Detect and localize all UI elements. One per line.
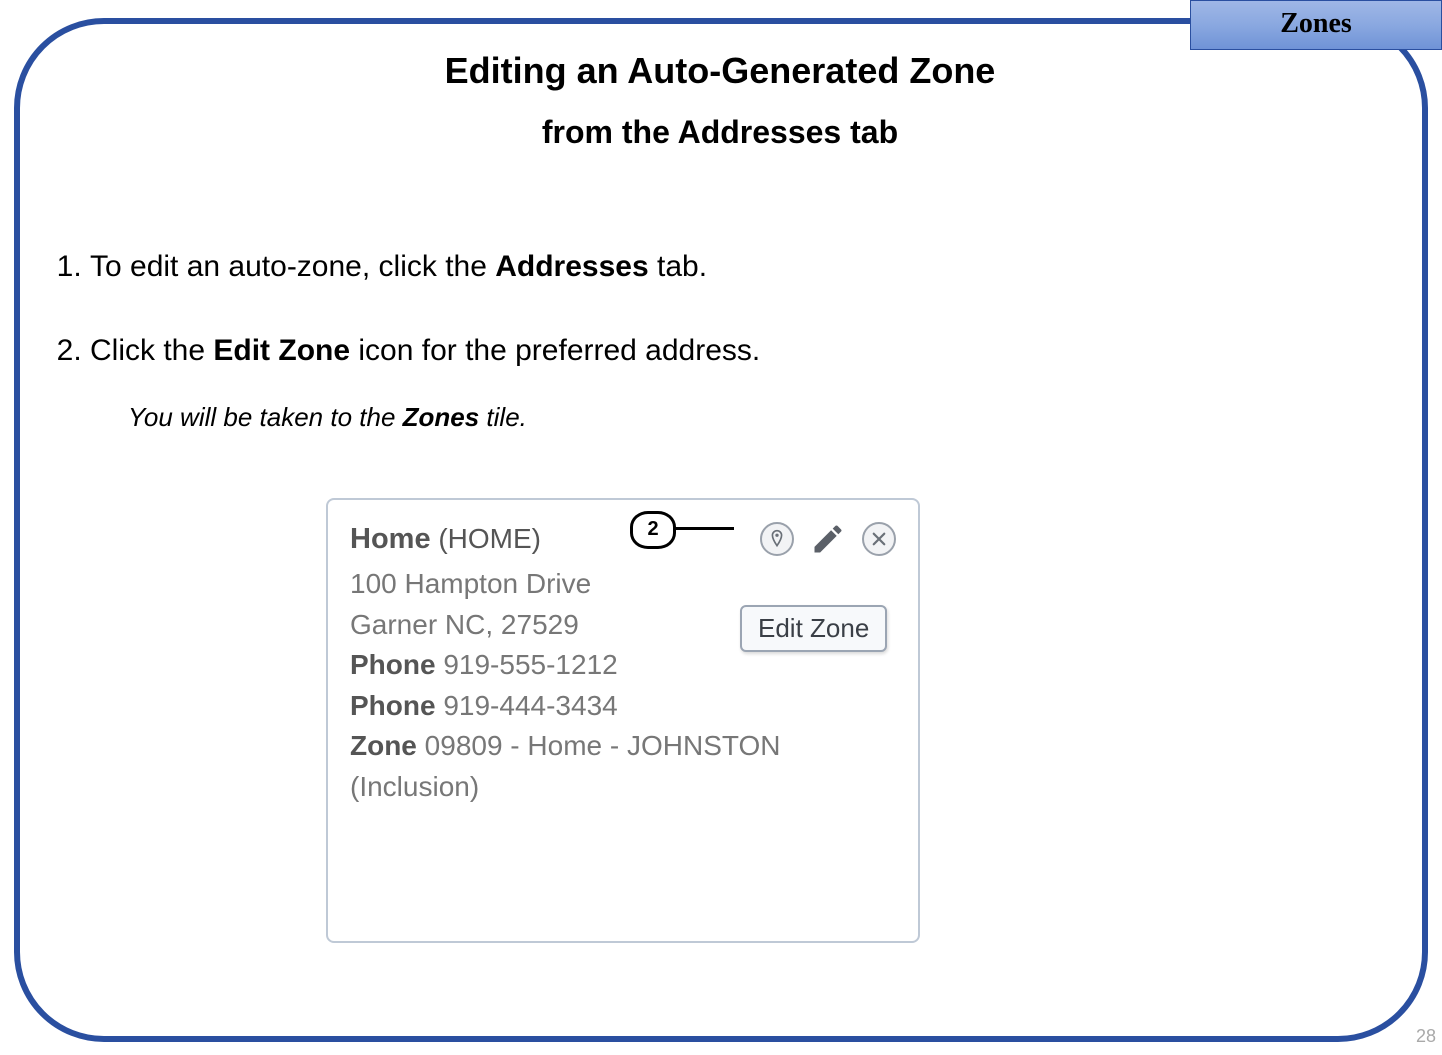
card-icon-row — [760, 521, 896, 557]
step-1-bold: Addresses — [495, 250, 648, 283]
callout-connector-line — [672, 527, 734, 530]
note-bold: Zones — [403, 402, 480, 432]
tooltip-label: Edit Zone — [758, 613, 869, 643]
card-header-row: Home (HOME) — [350, 518, 896, 560]
callout-badge-2: 2 — [630, 511, 676, 549]
note-text: You will be taken to the Zones tile. — [128, 402, 1390, 433]
note-pre: You will be taken to the — [128, 402, 403, 432]
phone-label-2: Phone — [350, 690, 436, 721]
step-1-post: tab. — [649, 250, 707, 283]
zones-tab-label: Zones — [1280, 8, 1352, 39]
delete-icon[interactable] — [862, 522, 896, 556]
note-post: tile. — [479, 402, 527, 432]
card-address-line1: 100 Hampton Drive — [350, 564, 896, 605]
step-2-bold: Edit Zone — [213, 334, 350, 367]
edit-zone-tooltip: Edit Zone — [740, 605, 887, 652]
step-2-post: icon for the preferred address. — [350, 334, 760, 367]
steps-list: To edit an auto-zone, click the Addresse… — [50, 246, 1390, 372]
zone-label: Zone — [350, 730, 417, 761]
slide-title-line1: Editing an Auto-Generated Zone — [50, 50, 1390, 92]
home-sub: (HOME) — [431, 523, 541, 554]
phone-value-2: 919-444-3434 — [436, 690, 618, 721]
card-phone-2: Phone 919-444-3434 — [350, 686, 896, 727]
phone-value-1: 919-555-1212 — [436, 649, 618, 680]
step-1: To edit an auto-zone, click the Addresse… — [90, 246, 1390, 288]
step-1-pre: To edit an auto-zone, click the — [90, 250, 495, 283]
phone-label-1: Phone — [350, 649, 436, 680]
slide-title-line2: from the Addresses tab — [50, 114, 1390, 151]
edit-zone-icon[interactable] — [760, 522, 794, 556]
page-number: 28 — [1416, 1026, 1436, 1047]
address-card: Home (HOME) 100 Hampton Drive — [326, 498, 920, 943]
edit-icon[interactable] — [810, 521, 846, 557]
slide-content: Editing an Auto-Generated Zone from the … — [50, 35, 1390, 473]
card-zone-line: Zone 09809 - Home - JOHNSTON — [350, 726, 896, 767]
step-2: Click the Edit Zone icon for the preferr… — [90, 330, 1390, 372]
zone-value: 09809 - Home - JOHNSTON — [417, 730, 781, 761]
zones-tab: Zones — [1190, 0, 1442, 50]
card-home-label: Home (HOME) — [350, 518, 541, 560]
callout-number: 2 — [647, 518, 658, 540]
card-zone-note: (Inclusion) — [350, 767, 896, 808]
home-strong: Home — [350, 523, 431, 555]
step-2-pre: Click the — [90, 334, 213, 367]
